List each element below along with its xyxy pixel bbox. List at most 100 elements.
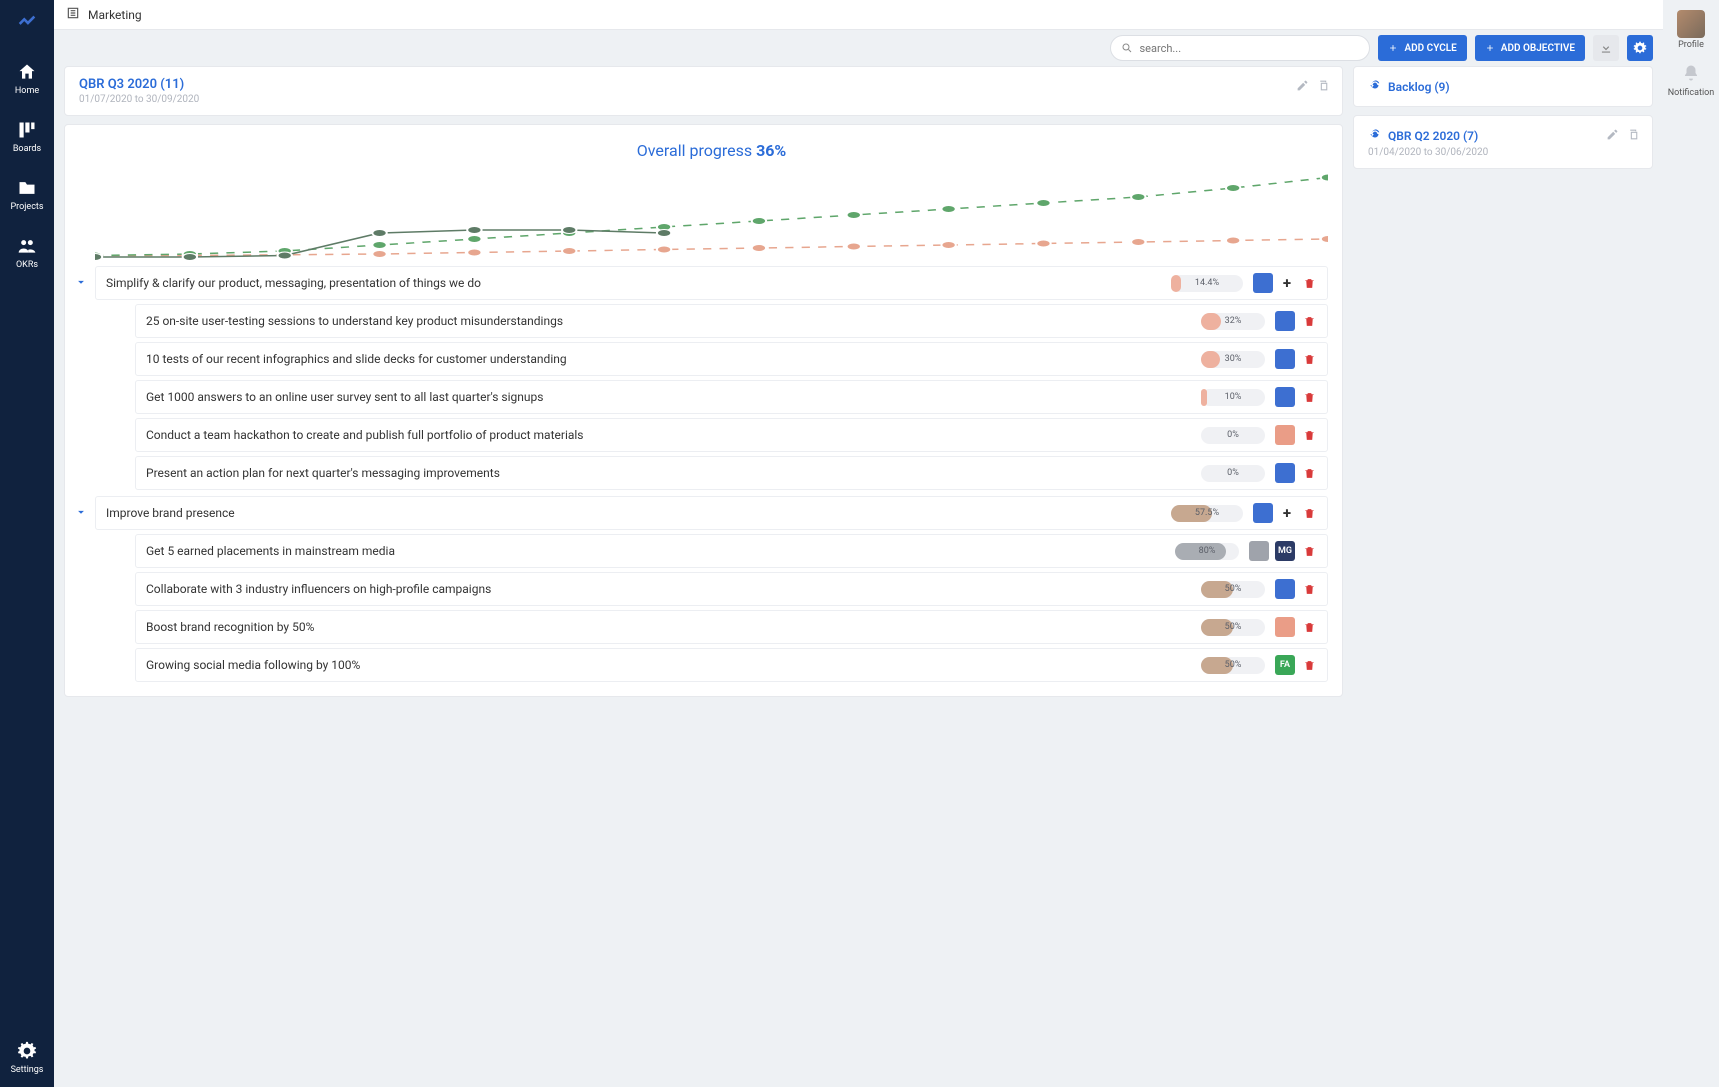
add-kr-button[interactable]: + [1279, 275, 1295, 291]
bell-icon [1682, 64, 1700, 86]
sidebar-item-okrs[interactable]: OKRs [16, 236, 38, 270]
toolbar: ADD CYCLE ADD OBJECTIVE [54, 30, 1663, 66]
sidebar-item-label: OKRs [16, 260, 38, 270]
assignee-chip[interactable] [1275, 311, 1295, 331]
search-icon [1121, 39, 1133, 58]
kr-row[interactable]: 10 tests of our recent infographics and … [135, 342, 1328, 376]
assignee-chip[interactable] [1275, 579, 1295, 599]
delete-button[interactable] [1301, 313, 1317, 329]
edit-icon[interactable] [1606, 126, 1619, 145]
sidebar-item-label: Settings [11, 1065, 44, 1075]
assignee-chip[interactable]: FA [1275, 655, 1295, 675]
profile-label: Profile [1678, 40, 1704, 50]
progress-panel: Overall progress 36% Simplify & clarify … [64, 124, 1343, 697]
edit-icon[interactable] [1296, 77, 1309, 96]
sidebar-item-settings[interactable]: Settings [11, 1041, 44, 1075]
refresh-icon [1368, 126, 1382, 145]
people-icon [17, 236, 37, 256]
delete-button[interactable] [1301, 581, 1317, 597]
list-icon [66, 6, 80, 23]
sidebar-item-home[interactable]: Home [15, 62, 39, 96]
add-cycle-button[interactable]: ADD CYCLE [1378, 35, 1466, 61]
notification-button[interactable]: Notification [1668, 64, 1715, 98]
assignee-chip[interactable] [1275, 349, 1295, 369]
assignee-chip[interactable] [1275, 617, 1295, 637]
sidebar-item-label: Boards [13, 144, 41, 154]
progress-chart [95, 170, 1328, 260]
search-input[interactable] [1139, 42, 1359, 55]
add-kr-button[interactable]: + [1279, 505, 1295, 521]
kr-title: Present an action plan for next quarter'… [146, 466, 1191, 480]
kr-title: 25 on-site user-testing sessions to unde… [146, 314, 1191, 328]
objective-row[interactable]: Improve brand presence57.5%+ [95, 496, 1328, 530]
kr-row[interactable]: Present an action plan for next quarter'… [135, 456, 1328, 490]
main-area: Marketing ADD CYCLE ADD OBJECTIVE QBR Q3… [54, 0, 1663, 1087]
assignee-chip[interactable] [1275, 387, 1295, 407]
q2-title: QBR Q2 2020 (7) [1388, 129, 1478, 143]
app-logo-icon [16, 12, 38, 34]
overall-progress-title: Overall progress 36% [95, 141, 1328, 160]
kr-title: 10 tests of our recent infographics and … [146, 352, 1191, 366]
download-button[interactable] [1593, 35, 1619, 61]
kr-row[interactable]: 25 on-site user-testing sessions to unde… [135, 304, 1328, 338]
notification-label: Notification [1668, 88, 1715, 98]
breadcrumb-bar: Marketing [54, 0, 1663, 30]
download-icon [1599, 41, 1613, 55]
delete-button[interactable] [1301, 465, 1317, 481]
kr-row[interactable]: Get 1000 answers to an online user surve… [135, 380, 1328, 414]
kr-row[interactable]: Boost brand recognition by 50%50% [135, 610, 1328, 644]
backlog-panel[interactable]: Backlog (9) [1353, 66, 1653, 107]
assignee-chip[interactable] [1253, 273, 1273, 293]
kr-row[interactable]: Growing social media following by 100%50… [135, 648, 1328, 682]
chevron-down-icon[interactable] [74, 505, 88, 522]
avatar [1677, 10, 1705, 38]
assignee-chip[interactable]: MG [1275, 541, 1295, 561]
cycle-title[interactable]: QBR Q3 2020 (11) [79, 77, 1328, 92]
sidebar-item-boards[interactable]: Boards [13, 120, 41, 154]
profile-button[interactable]: Profile [1677, 10, 1705, 50]
objective-title: Simplify & clarify our product, messagin… [106, 276, 1161, 290]
copy-icon[interactable] [1317, 77, 1330, 96]
add-objective-button[interactable]: ADD OBJECTIVE [1475, 35, 1585, 61]
assignee-chip[interactable] [1253, 503, 1273, 523]
delete-button[interactable] [1301, 427, 1317, 443]
sidebar-item-label: Projects [11, 202, 44, 212]
gear-icon [1633, 41, 1647, 55]
q2-dates: 01/04/2020 to 30/06/2020 [1368, 147, 1638, 158]
chevron-down-icon[interactable] [74, 275, 88, 292]
assignee-chip[interactable] [1275, 425, 1295, 445]
kr-row[interactable]: Conduct a team hackathon to create and p… [135, 418, 1328, 452]
delete-button[interactable] [1301, 275, 1317, 291]
kr-row[interactable]: Collaborate with 3 industry influencers … [135, 572, 1328, 606]
breadcrumb[interactable]: Marketing [88, 8, 142, 22]
user-column: Profile Notification [1663, 0, 1719, 1087]
delete-button[interactable] [1301, 657, 1317, 673]
folder-icon [17, 178, 37, 198]
delete-button[interactable] [1301, 619, 1317, 635]
kr-title: Conduct a team hackathon to create and p… [146, 428, 1191, 442]
cycle-header-panel: QBR Q3 2020 (11) 01/07/2020 to 30/09/202… [64, 66, 1343, 116]
sidebar-item-label: Home [15, 86, 39, 96]
delete-button[interactable] [1301, 505, 1317, 521]
kr-title: Boost brand recognition by 50% [146, 620, 1191, 634]
kr-title: Get 5 earned placements in mainstream me… [146, 544, 1165, 558]
delete-button[interactable] [1301, 389, 1317, 405]
q2-panel[interactable]: QBR Q2 2020 (7) 01/04/2020 to 30/06/2020 [1353, 115, 1653, 169]
sidebar: Home Boards Projects OKRs Settings [0, 0, 54, 1087]
copy-icon[interactable] [1627, 126, 1640, 145]
assignee-chip[interactable] [1249, 541, 1269, 561]
delete-button[interactable] [1301, 543, 1317, 559]
cycle-dates: 01/07/2020 to 30/09/2020 [79, 94, 1328, 105]
sidebar-item-projects[interactable]: Projects [11, 178, 44, 212]
search-input-wrap[interactable] [1110, 35, 1370, 61]
delete-button[interactable] [1301, 351, 1317, 367]
settings-button[interactable] [1627, 35, 1653, 61]
home-icon [17, 62, 37, 82]
add-cycle-label: ADD CYCLE [1404, 43, 1456, 54]
plus-icon [1485, 43, 1495, 53]
plus-icon [1388, 43, 1398, 53]
objective-row[interactable]: Simplify & clarify our product, messagin… [95, 266, 1328, 300]
assignee-chip[interactable] [1275, 463, 1295, 483]
kr-row[interactable]: Get 5 earned placements in mainstream me… [135, 534, 1328, 568]
backlog-title: Backlog (9) [1388, 80, 1450, 94]
